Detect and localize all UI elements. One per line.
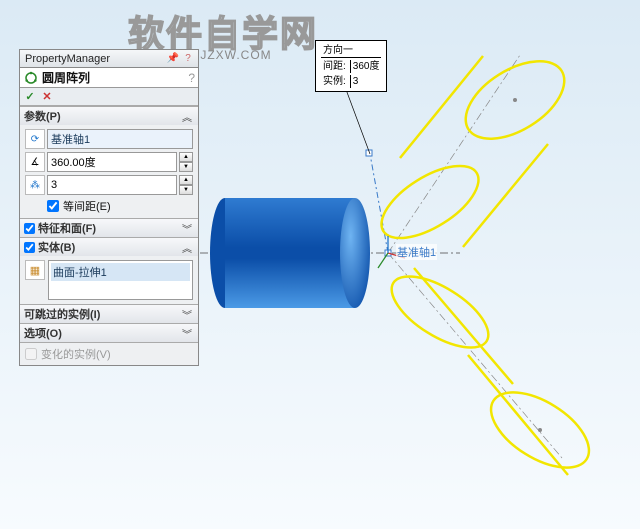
pattern-callout[interactable]: 方向一 间距: 360度 实例: 3: [315, 40, 387, 92]
section-title: 可跳过的实例(I): [24, 306, 180, 322]
angle-field[interactable]: 360.00度: [47, 152, 177, 172]
varied-instances-row: 变化的实例(V): [20, 342, 198, 365]
feature-title: 圆周阵列: [42, 69, 188, 86]
bodies-listbox[interactable]: 曲面-拉伸1: [48, 260, 193, 300]
axis-field[interactable]: 基准轴1: [47, 129, 193, 149]
section-bodies: 实体(B) ︽ ▦ 曲面-拉伸1: [20, 237, 198, 304]
section-header-features[interactable]: 特征和面(F) ︾: [20, 219, 198, 237]
circular-pattern-icon: [23, 70, 39, 86]
callout-row-value[interactable]: 360度: [350, 60, 382, 73]
section-features-faces: 特征和面(F) ︾: [20, 218, 198, 237]
varied-instances-checkbox: [25, 348, 37, 360]
section-skippable: 可跳过的实例(I) ︾: [20, 304, 198, 323]
chevron-up-icon: ︽: [180, 109, 194, 123]
pattern-preview-1: [370, 45, 577, 252]
feature-help-icon[interactable]: ?: [188, 71, 195, 85]
pm-title-bar: PropertyManager 📌 ?: [20, 50, 198, 68]
callout-heading: 方向一: [321, 44, 381, 58]
cancel-button[interactable]: ✕: [40, 90, 54, 104]
pm-title: PropertyManager: [23, 53, 165, 65]
equal-spacing-checkbox[interactable]: [47, 200, 59, 212]
pattern-preview-2: [381, 263, 602, 483]
pin-icon[interactable]: 📌: [166, 52, 180, 66]
section-title: 选项(O): [24, 325, 180, 341]
source-body-cylinder[interactable]: [210, 198, 370, 308]
section-header-bodies[interactable]: 实体(B) ︽: [20, 238, 198, 256]
equal-spacing-label: 等间距(E): [63, 198, 111, 214]
instance-count-icon[interactable]: ⁂: [25, 175, 45, 195]
section-title: 参数(P): [24, 108, 180, 124]
axis-label[interactable]: 基准轴1: [396, 244, 437, 260]
callout-row-label: 实例:: [321, 75, 348, 88]
chevron-down-icon: ︾: [180, 307, 194, 321]
count-field[interactable]: 3: [47, 175, 177, 195]
section-parameters: 参数(P) ︽ ⟳ 基准轴1 ∡ 360.00度 ▲ ▼ ⁂: [20, 106, 198, 218]
section-header-options[interactable]: 选项(O) ︾: [20, 324, 198, 342]
feature-header: 圆周阵列 ?: [20, 68, 198, 88]
count-spin-up[interactable]: ▲: [179, 175, 193, 185]
property-manager-panel: PropertyManager 📌 ? 圆周阵列 ? ✓ ✕ 参数(P) ︽ ⟳: [19, 49, 199, 366]
body-icon[interactable]: ▦: [25, 260, 45, 280]
section-header-parameters[interactable]: 参数(P) ︽: [20, 107, 198, 125]
chevron-down-icon: ︾: [180, 221, 194, 235]
features-enable-checkbox[interactable]: [24, 223, 35, 234]
varied-instances-label: 变化的实例(V): [41, 346, 111, 362]
section-options: 选项(O) ︾: [20, 323, 198, 342]
section-header-skippable[interactable]: 可跳过的实例(I) ︾: [20, 305, 198, 323]
chevron-up-icon: ︽: [180, 240, 194, 254]
callout-row-value[interactable]: 3: [350, 75, 382, 88]
angle-spin-up[interactable]: ▲: [179, 152, 193, 162]
angle-spin-down[interactable]: ▼: [179, 162, 193, 172]
help-icon[interactable]: ?: [181, 52, 195, 66]
reverse-direction-icon[interactable]: ⟳: [25, 129, 45, 149]
confirm-bar: ✓ ✕: [20, 88, 198, 106]
chevron-down-icon: ︾: [180, 326, 194, 340]
angle-icon[interactable]: ∡: [25, 152, 45, 172]
section-title: 特征和面(F): [38, 220, 180, 236]
callout-row-label: 间距:: [321, 60, 348, 73]
list-item[interactable]: 曲面-拉伸1: [51, 263, 190, 281]
bodies-enable-checkbox[interactable]: [24, 242, 35, 253]
count-spin-down[interactable]: ▼: [179, 185, 193, 195]
section-title: 实体(B): [38, 239, 180, 255]
viewport: 软件自学网 WWW.RJZXW.COM: [0, 0, 640, 529]
ok-button[interactable]: ✓: [23, 90, 37, 104]
